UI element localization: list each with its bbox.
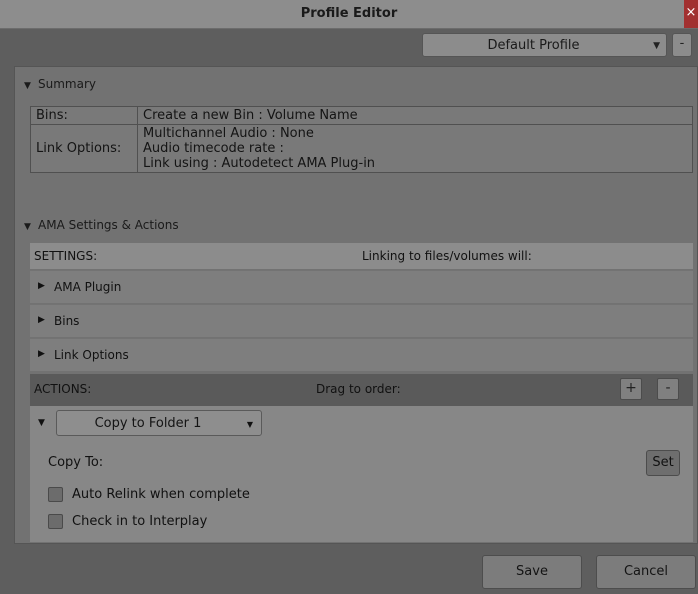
interplay-checkbox[interactable] (48, 514, 63, 529)
add-action-button[interactable]: + (620, 378, 642, 400)
setting-label: AMA Plugin (54, 280, 122, 294)
copy-to-label: Copy To: (48, 455, 104, 470)
summary-line: Link using : Autodetect AMA Plug-in (143, 156, 376, 171)
summary-line: Audio timecode rate : (143, 141, 284, 156)
actions-header: ACTIONS: Drag to order: + - (30, 374, 693, 406)
collapse-triangle-icon[interactable]: ▼ (38, 418, 45, 428)
setting-row-link-options[interactable]: ▶ Link Options (30, 338, 693, 371)
settings-label: SETTINGS: (34, 249, 98, 263)
expand-triangle-icon: ▶ (38, 281, 45, 291)
drag-order-label: Drag to order: (316, 382, 401, 396)
action-panel: ▼ Copy to Folder 1 ▼ Copy To: Set Auto R… (30, 406, 693, 542)
ama-header[interactable]: ▼ AMA Settings & Actions (24, 218, 179, 238)
summary-row-link-options: Link Options: Multichannel Audio : None … (30, 124, 693, 173)
checkbox-label: Auto Relink when complete (72, 487, 250, 502)
setting-row-bins[interactable]: ▶ Bins (30, 304, 693, 337)
close-icon[interactable]: × (684, 0, 698, 28)
profile-minus-button[interactable]: - (672, 33, 692, 57)
title-bar: Profile Editor × (0, 0, 698, 29)
chevron-down-icon: ▼ (653, 41, 660, 51)
expand-triangle-icon: ▶ (38, 315, 45, 325)
summary-value: Multichannel Audio : None Audio timecode… (137, 124, 693, 173)
auto-relink-checkbox[interactable] (48, 487, 63, 502)
setting-row-ama-plugin[interactable]: ▶ AMA Plugin (30, 270, 693, 303)
actions-label: ACTIONS: (34, 382, 92, 396)
summary-heading: Summary (38, 77, 96, 91)
summary-value: Create a new Bin : Volume Name (137, 106, 693, 125)
collapse-triangle-icon: ▼ (24, 81, 31, 91)
collapse-triangle-icon: ▼ (24, 222, 31, 232)
set-button[interactable]: Set (646, 450, 680, 476)
action-dropdown[interactable]: Copy to Folder 1 ▼ (56, 410, 262, 436)
summary-key: Bins: (30, 106, 138, 125)
expand-triangle-icon: ▶ (38, 349, 45, 359)
setting-label: Bins (54, 314, 80, 328)
summary-table: Bins: Create a new Bin : Volume Name Lin… (30, 106, 693, 173)
summary-key: Link Options: (30, 124, 138, 173)
summary-row-bins: Bins: Create a new Bin : Volume Name (30, 106, 693, 125)
checkbox-label: Check in to Interplay (72, 514, 208, 529)
profile-dropdown-value: Default Profile (487, 38, 580, 53)
summary-line: Multichannel Audio : None (143, 126, 314, 141)
remove-action-button[interactable]: - (657, 378, 679, 400)
action-dropdown-value: Copy to Folder 1 (94, 416, 202, 431)
profile-dropdown[interactable]: Default Profile ▼ (422, 33, 667, 57)
summary-line: Create a new Bin : Volume Name (143, 108, 358, 123)
summary-header[interactable]: ▼ Summary (24, 77, 96, 97)
save-button[interactable]: Save (482, 555, 582, 589)
settings-header: SETTINGS: Linking to files/volumes will: (30, 243, 693, 269)
chevron-down-icon: ▼ (246, 420, 253, 429)
linking-label: Linking to files/volumes will: (362, 249, 532, 263)
cancel-button[interactable]: Cancel (596, 555, 696, 589)
setting-label: Link Options (54, 348, 129, 362)
window-title: Profile Editor (300, 6, 398, 21)
ama-heading: AMA Settings & Actions (38, 218, 179, 232)
